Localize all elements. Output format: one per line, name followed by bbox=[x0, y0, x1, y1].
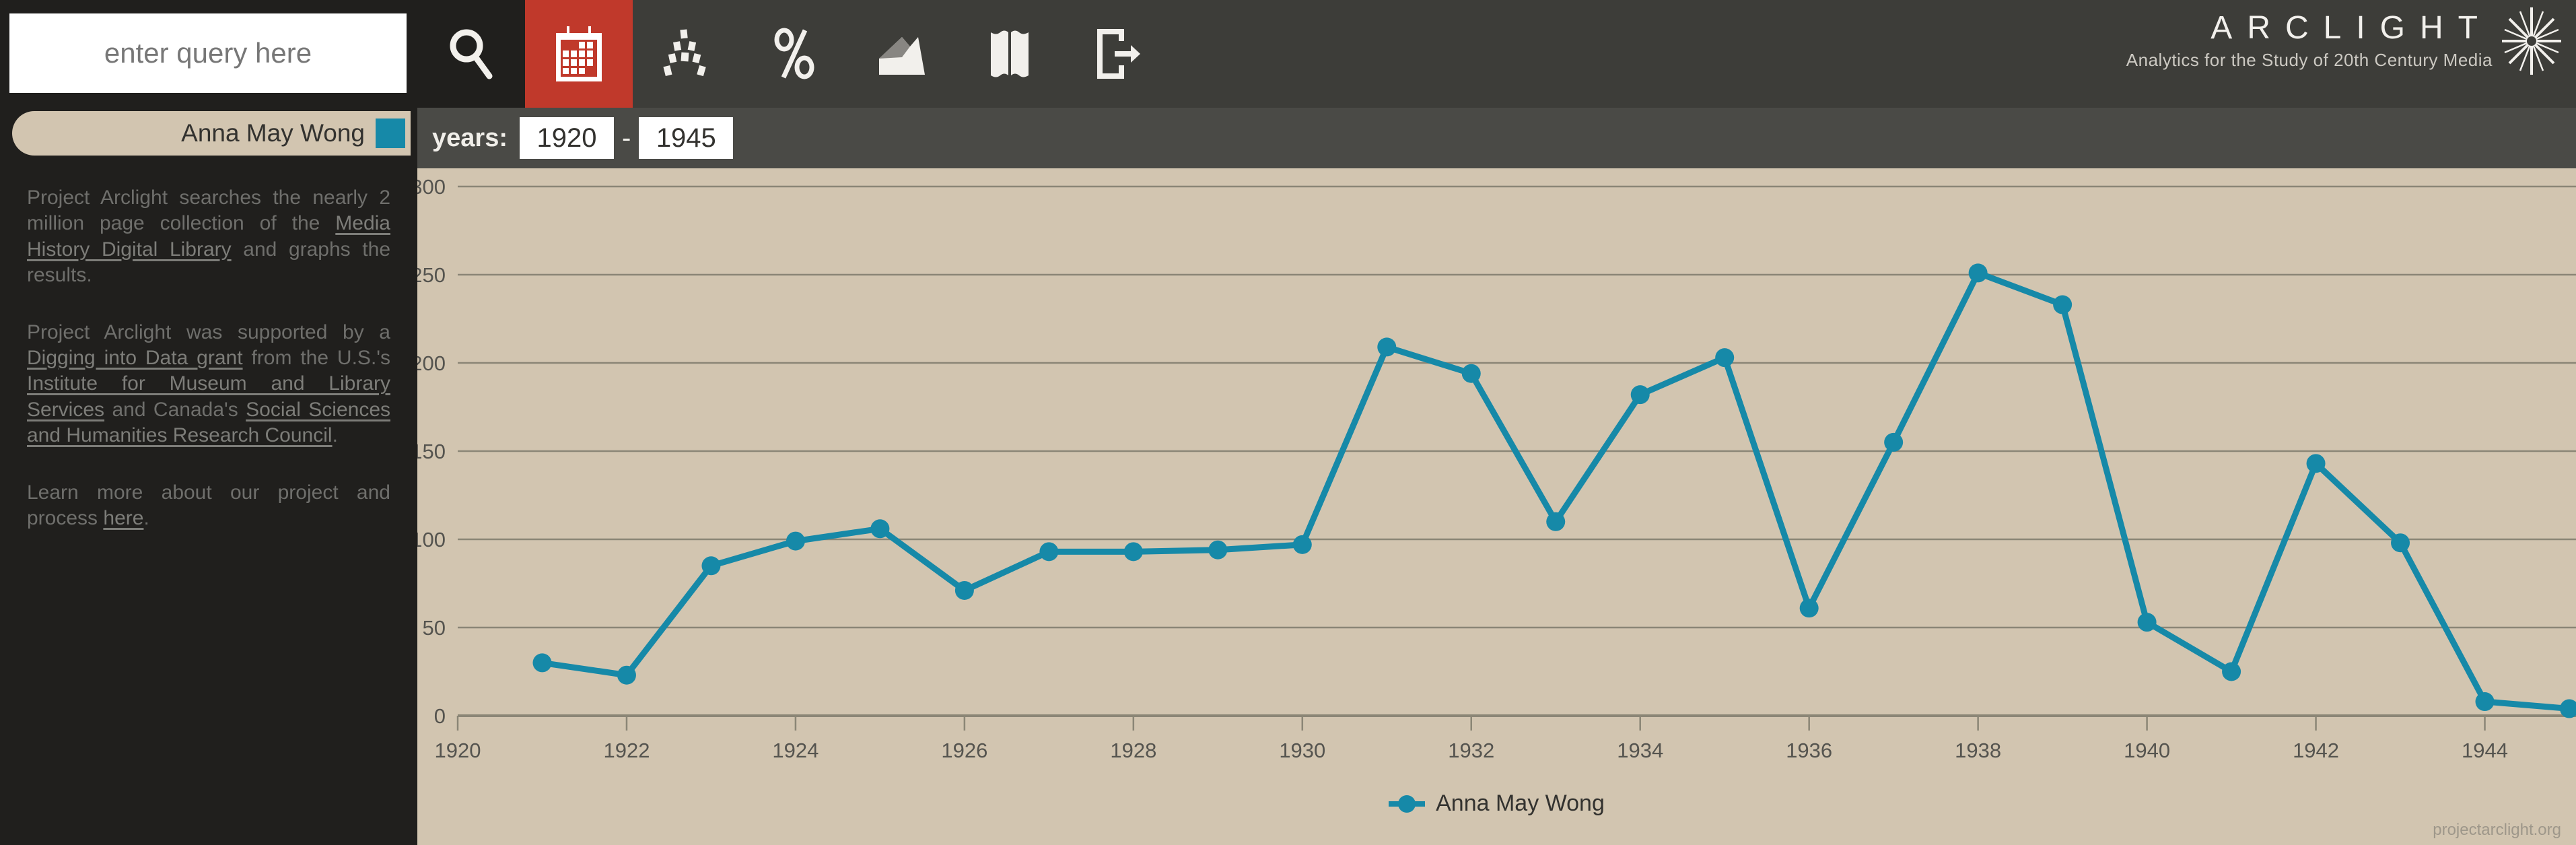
data-point[interactable] bbox=[1968, 263, 1988, 283]
sidebar: Anna May Wong Project Arclight searches … bbox=[0, 108, 417, 845]
footer-note: projectarclight.org bbox=[2433, 821, 2561, 839]
query-color-swatch[interactable] bbox=[376, 119, 405, 148]
x-axis-tick-label: 1934 bbox=[1617, 739, 1663, 762]
book-icon bbox=[988, 27, 1031, 81]
data-point[interactable] bbox=[2391, 533, 2410, 553]
year-start-input[interactable] bbox=[519, 117, 614, 159]
logout-icon bbox=[1092, 26, 1143, 81]
x-axis-tick-label: 1930 bbox=[1279, 739, 1325, 762]
data-point[interactable] bbox=[1123, 542, 1143, 562]
search-input[interactable] bbox=[9, 13, 407, 93]
y-axis-tick-label: 100 bbox=[417, 528, 446, 551]
y-axis-tick-label: 300 bbox=[417, 175, 446, 199]
link-here[interactable]: here bbox=[103, 507, 143, 529]
data-point[interactable] bbox=[2306, 454, 2326, 473]
sidebar-paragraph-3: Learn more about our project and process… bbox=[27, 480, 390, 532]
nav-logout-button[interactable] bbox=[1064, 0, 1171, 108]
link-digging-into-data-grant[interactable]: Digging into Data grant bbox=[27, 347, 243, 369]
x-axis-tick-label: 1920 bbox=[435, 739, 481, 762]
data-point[interactable] bbox=[532, 653, 552, 673]
x-axis-tick-label: 1924 bbox=[772, 739, 819, 762]
search-field-container bbox=[0, 0, 417, 108]
data-point[interactable] bbox=[1461, 364, 1481, 383]
data-point[interactable] bbox=[1039, 542, 1059, 562]
data-point[interactable] bbox=[1884, 432, 1904, 452]
sidebar-p2-text-a: Project Arclight was supported by a bbox=[27, 320, 390, 343]
years-separator: - bbox=[621, 123, 631, 153]
query-pill[interactable]: Anna May Wong bbox=[12, 111, 411, 156]
x-axis-tick-label: 1936 bbox=[1786, 739, 1832, 762]
nav-search-button[interactable] bbox=[417, 0, 525, 108]
logo-wordmark: ARCLIGHT bbox=[2211, 10, 2493, 46]
data-point[interactable] bbox=[2475, 692, 2495, 712]
data-point[interactable] bbox=[701, 556, 721, 576]
years-label: years: bbox=[432, 123, 508, 152]
sidebar-p3-text-a: Learn more about our project and process bbox=[27, 481, 390, 529]
years-filter-bar: years: - bbox=[417, 108, 2576, 168]
series-line bbox=[538, 269, 2573, 712]
data-point[interactable] bbox=[2053, 295, 2073, 314]
data-point[interactable] bbox=[2222, 662, 2241, 681]
sidebar-description: Project Arclight searches the nearly 2 m… bbox=[27, 185, 390, 562]
sidebar-p2-text-d: . bbox=[332, 424, 338, 447]
data-point[interactable] bbox=[617, 665, 636, 685]
data-point[interactable] bbox=[1208, 540, 1228, 560]
y-axis-tick-label: 0 bbox=[434, 704, 446, 728]
scatter-icon bbox=[660, 27, 713, 81]
nav-calendar-button[interactable] bbox=[525, 0, 633, 108]
nav-book-button[interactable] bbox=[956, 0, 1064, 108]
data-point[interactable] bbox=[1799, 599, 1819, 618]
x-axis-tick-label: 1922 bbox=[603, 739, 650, 762]
year-end-input[interactable] bbox=[639, 117, 734, 159]
sidebar-paragraph-1: Project Arclight searches the nearly 2 m… bbox=[27, 185, 390, 289]
data-point[interactable] bbox=[786, 531, 805, 551]
sidebar-p3-text-b: . bbox=[143, 506, 149, 529]
x-axis-tick-label: 1944 bbox=[2462, 739, 2508, 762]
nav-percent-button[interactable] bbox=[740, 0, 848, 108]
logo-tagline: Analytics for the Study of 20th Century … bbox=[2126, 49, 2493, 70]
y-axis-tick-label: 250 bbox=[417, 263, 446, 287]
query-pill-label: Anna May Wong bbox=[181, 119, 365, 147]
x-axis-tick-label: 1926 bbox=[941, 739, 987, 762]
mail-icon bbox=[876, 28, 928, 80]
x-axis-tick-label: 1938 bbox=[1955, 739, 2001, 762]
sidebar-paragraph-2: Project Arclight was supported by a Digg… bbox=[27, 320, 390, 449]
calendar-icon bbox=[553, 25, 604, 83]
x-axis-tick-label: 1942 bbox=[2293, 739, 2339, 762]
top-toolbar: ARCLIGHT Analytics for the Study of 20th… bbox=[0, 0, 2576, 108]
percent-icon bbox=[773, 27, 816, 81]
data-point[interactable] bbox=[954, 580, 974, 600]
data-point[interactable] bbox=[1377, 337, 1397, 357]
arclight-logo[interactable]: ARCLIGHT Analytics for the Study of 20th… bbox=[2052, 4, 2564, 78]
legend-label: Anna May Wong bbox=[1436, 790, 1605, 816]
sidebar-p2-text-c: and Canada's bbox=[104, 398, 246, 421]
chart-area: 0 50 100 150 200 250 300 1920 1922 1924 1926 1928 19… bbox=[417, 168, 2576, 845]
data-point[interactable] bbox=[870, 519, 890, 539]
x-axis-tick-label: 1932 bbox=[1448, 739, 1494, 762]
y-axis-tick-label: 200 bbox=[417, 351, 446, 375]
nav-scatter-button[interactable] bbox=[633, 0, 740, 108]
data-point[interactable] bbox=[1630, 385, 1650, 405]
legend-marker-icon bbox=[1389, 795, 1426, 813]
logo-text-block: ARCLIGHT Analytics for the Study of 20th… bbox=[2126, 11, 2493, 70]
starburst-icon bbox=[2499, 6, 2564, 76]
data-point[interactable] bbox=[1546, 512, 1566, 531]
x-axis-tick-label: 1928 bbox=[1110, 739, 1156, 762]
line-chart[interactable]: 0 50 100 150 200 250 300 1920 1922 1924 1926 1928 19… bbox=[417, 168, 2576, 845]
chart-legend: Anna May Wong bbox=[417, 790, 2576, 817]
nav-mail-button[interactable] bbox=[848, 0, 956, 108]
data-point[interactable] bbox=[1715, 348, 1735, 368]
search-icon bbox=[448, 28, 495, 80]
data-point[interactable] bbox=[2137, 613, 2157, 632]
y-axis-tick-label: 50 bbox=[423, 616, 446, 640]
x-axis-tick-label: 1940 bbox=[2124, 739, 2170, 762]
data-point[interactable] bbox=[1292, 535, 1312, 554]
y-axis-tick-label: 150 bbox=[417, 440, 446, 463]
sidebar-p2-text-b: from the U.S.'s bbox=[242, 346, 391, 369]
